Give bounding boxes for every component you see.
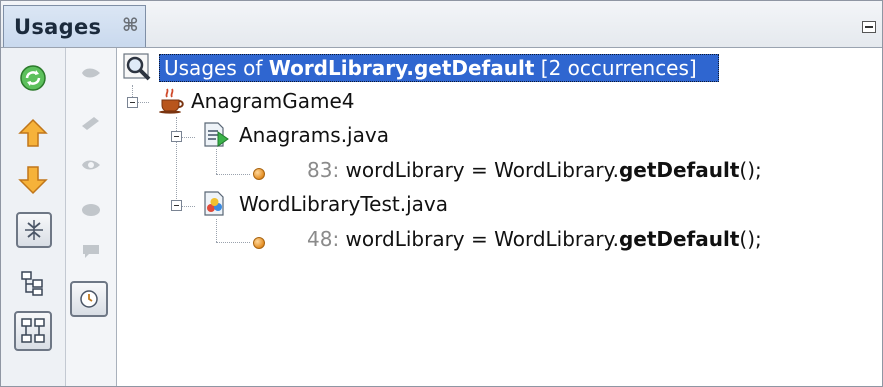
next-occurrence-icon: [18, 166, 48, 195]
java-test-file-icon: [204, 191, 224, 216]
logical-view-icon: [21, 271, 43, 296]
filter-comment-icon: [83, 245, 99, 258]
usages-summary: Usages of WordLibrary.getDefault [2 occu…: [164, 56, 697, 80]
tree-root-row[interactable]: Usages of WordLibrary.getDefault [2 occu…: [119, 49, 879, 82]
occurrence-code: 48: wordLibrary = WordLibrary.getDefault…: [307, 227, 762, 251]
collapse-toggle[interactable]: [127, 97, 138, 108]
previous-occurrence-button[interactable]: [16, 116, 50, 150]
physical-view-icon: [21, 318, 45, 343]
project-name: AnagramGame4: [191, 89, 355, 113]
previous-occurrence-icon: [18, 118, 48, 147]
filter-read-write-icon: [82, 160, 100, 170]
logical-view-button[interactable]: [16, 266, 50, 300]
tab-strip: Usages ⌘: [1, 1, 882, 48]
tab-usages-label: Usages: [14, 15, 102, 39]
occurrence-code: 83: wordLibrary = WordLibrary.getDefault…: [307, 158, 762, 182]
refresh-button[interactable]: [16, 61, 50, 95]
minimize-icon[interactable]: [862, 21, 876, 33]
occurrence-bullet-icon: [253, 168, 265, 180]
filter-read-button[interactable]: [74, 56, 108, 90]
usages-window: Usages ⌘ Usages of WordLibrary.getDefaul…: [0, 0, 883, 387]
file-name: WordLibraryTest.java: [239, 192, 448, 216]
filter-comment-button[interactable]: [74, 233, 108, 267]
physical-view-button[interactable]: [14, 311, 52, 351]
tree-file-row[interactable]: Anagrams.java: [119, 121, 519, 151]
tree-occurrence-row[interactable]: 83: wordLibrary = WordLibrary.getDefault…: [119, 156, 879, 186]
tree-occurrence-row[interactable]: 48: wordLibrary = WordLibrary.getDefault…: [119, 225, 879, 255]
tab-usages[interactable]: Usages ⌘: [3, 5, 146, 47]
filter-test-button[interactable]: [70, 281, 108, 317]
java-project-icon: [159, 88, 184, 114]
refresh-icon: [20, 65, 46, 91]
filter-import-button[interactable]: [74, 193, 108, 227]
java-main-file-icon: [204, 122, 229, 147]
primary-toolbar: [1, 48, 66, 386]
close-icon[interactable]: ⌘: [122, 15, 139, 36]
filter-import-icon: [82, 204, 100, 216]
filter-read-icon: [82, 68, 100, 78]
collapse-tree-icon: [25, 220, 43, 240]
filter-read-write-button[interactable]: [74, 148, 108, 182]
file-name: Anagrams.java: [239, 123, 389, 147]
occurrence-bullet-icon: [253, 237, 265, 249]
selected-node[interactable]: Usages of WordLibrary.getDefault [2 occu…: [159, 54, 719, 82]
filter-write-button[interactable]: [74, 106, 108, 140]
collapse-toggle[interactable]: [171, 200, 182, 211]
next-occurrence-button[interactable]: [16, 163, 50, 197]
filter-write-icon: [82, 117, 99, 130]
filter-test-icon: [80, 290, 98, 308]
tree-file-row[interactable]: WordLibraryTest.java: [119, 190, 519, 220]
search-icon: [123, 53, 151, 81]
tree-project-row[interactable]: AnagramGame4: [119, 87, 519, 117]
collapse-tree-button[interactable]: [16, 212, 52, 248]
collapse-toggle[interactable]: [171, 131, 182, 142]
filter-toolbar: [66, 48, 117, 386]
usages-tree: Usages of WordLibrary.getDefault [2 occu…: [119, 49, 882, 386]
